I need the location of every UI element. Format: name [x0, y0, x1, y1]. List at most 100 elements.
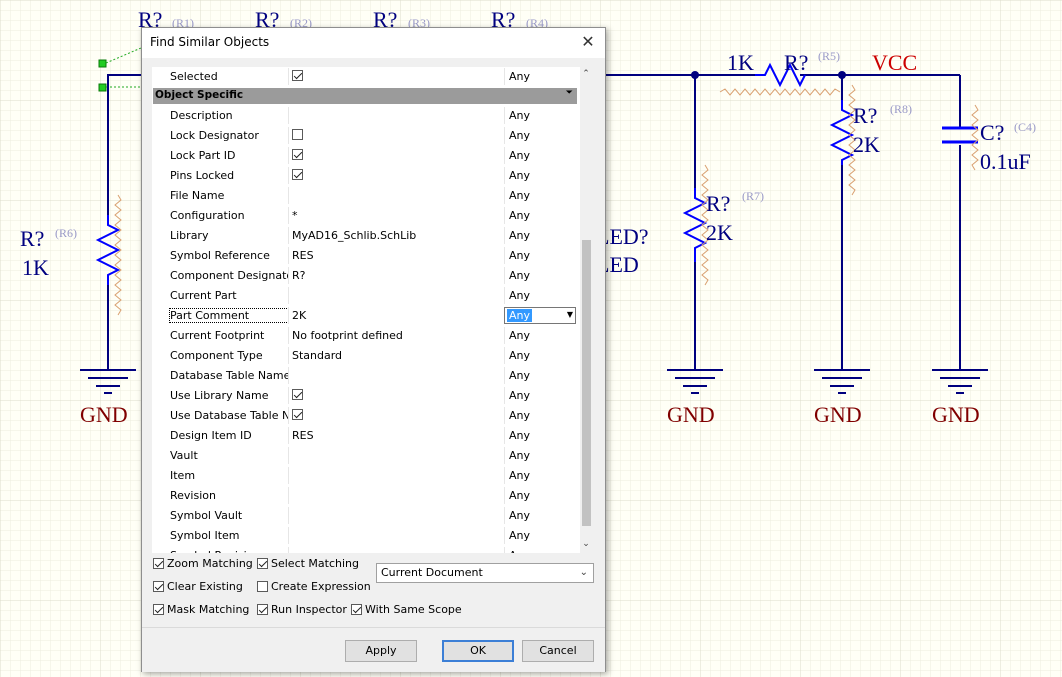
row-match[interactable]: Any	[504, 167, 576, 184]
table-row[interactable]: Symbol Item Any	[152, 526, 577, 546]
table-row[interactable]: Database Table Name Any	[152, 366, 577, 386]
row-value[interactable]: Standard	[288, 347, 502, 364]
row-value[interactable]	[288, 407, 502, 424]
row-match[interactable]: Any	[504, 147, 576, 164]
row-match[interactable]: Any	[504, 367, 576, 384]
row-value[interactable]	[288, 287, 502, 304]
run-inspector-checkbox[interactable]	[257, 604, 268, 615]
with-same-scope-option[interactable]: With Same Scope	[351, 602, 462, 618]
row-checkbox[interactable]	[292, 389, 303, 400]
table-row[interactable]: Design Item ID RES Any	[152, 426, 577, 446]
table-row[interactable]: Lock Part ID Any	[152, 146, 577, 166]
table-row[interactable]: Component Designato R? Any	[152, 266, 577, 286]
grid-row-selected[interactable]: Selected Any	[152, 67, 577, 87]
table-row[interactable]: File Name Any	[152, 186, 577, 206]
cancel-button[interactable]: Cancel	[522, 640, 594, 662]
row-value[interactable]	[288, 387, 502, 404]
row-match[interactable]: Any	[504, 107, 576, 124]
ok-button[interactable]: OK	[442, 640, 514, 662]
clear-existing-checkbox[interactable]	[153, 581, 164, 592]
table-row[interactable]: Use Database Table Na Any	[152, 406, 577, 426]
row-value[interactable]	[288, 127, 502, 144]
table-row[interactable]: Revision Any	[152, 486, 577, 506]
select-matching-checkbox[interactable]	[257, 558, 268, 569]
row-match[interactable]: Any	[504, 467, 576, 484]
match-dropdown[interactable]: Any ▼	[504, 307, 576, 324]
zoom-matching-checkbox[interactable]	[153, 558, 164, 569]
apply-button[interactable]: Apply	[345, 640, 417, 662]
row-value[interactable]	[288, 447, 502, 464]
row-value[interactable]	[288, 107, 502, 124]
selected-checkbox[interactable]	[292, 70, 303, 81]
scroll-down-icon[interactable]: ⌄	[580, 539, 592, 551]
section-object-specific[interactable]: Object Specific ⏷	[153, 88, 577, 104]
run-inspector-option[interactable]: Run Inspector	[257, 602, 347, 618]
close-icon[interactable]: ✕	[579, 33, 597, 51]
table-row[interactable]: Lock Designator Any	[152, 126, 577, 146]
row-value[interactable]	[288, 527, 502, 544]
row-match[interactable]: Any	[504, 247, 576, 264]
row-value[interactable]: MyAD16_Schlib.SchLib	[288, 227, 502, 244]
scroll-thumb[interactable]	[582, 240, 591, 526]
table-row[interactable]: Use Library Name Any	[152, 386, 577, 406]
row-match[interactable]: Any	[504, 547, 576, 553]
row-match[interactable]: Any	[504, 127, 576, 144]
row-checkbox[interactable]	[292, 129, 303, 140]
row-match[interactable]: Any	[504, 487, 576, 504]
table-row[interactable]: Symbol Revision Any	[152, 546, 577, 553]
row-value[interactable]	[288, 507, 502, 524]
table-row[interactable]: Configuration * Any	[152, 206, 577, 226]
table-row[interactable]: Vault Any	[152, 446, 577, 466]
collapse-chevron-icon[interactable]: ⏷	[566, 88, 573, 98]
create-expression-option[interactable]: Create Expression	[257, 579, 371, 595]
mask-matching-option[interactable]: Mask Matching	[153, 602, 249, 618]
scroll-up-icon[interactable]: ⌃	[580, 69, 592, 81]
row-value[interactable]: *	[288, 207, 502, 224]
table-row[interactable]: Description Any	[152, 106, 577, 126]
table-row[interactable]: Library MyAD16_Schlib.SchLib Any	[152, 226, 577, 246]
table-row[interactable]: Item Any	[152, 466, 577, 486]
row-match[interactable]: Any	[504, 387, 576, 404]
row-match[interactable]: Any	[504, 327, 576, 344]
with-same-scope-checkbox[interactable]	[351, 604, 362, 615]
row-value[interactable]	[288, 467, 502, 484]
row-value[interactable]	[288, 367, 502, 384]
row-value[interactable]	[288, 167, 502, 184]
row-value[interactable]	[288, 487, 502, 504]
row-value[interactable]: RES	[288, 427, 502, 444]
table-row[interactable]: Part Comment 2K Any ▼	[152, 306, 577, 326]
table-row[interactable]: Symbol Reference RES Any	[152, 246, 577, 266]
row-match[interactable]: Any	[504, 207, 576, 224]
row-match[interactable]: Any	[504, 427, 576, 444]
select-matching-option[interactable]: Select Matching	[257, 556, 359, 572]
row-match[interactable]: Any	[504, 447, 576, 464]
row-match[interactable]: Any	[504, 227, 576, 244]
clear-existing-option[interactable]: Clear Existing	[153, 579, 243, 595]
scope-dropdown[interactable]: Current Document ⌄	[376, 563, 594, 583]
vertical-scrollbar[interactable]: ⌃ ⌄	[580, 67, 592, 553]
row-value[interactable]: RES	[288, 247, 502, 264]
dialog-titlebar[interactable]: Find Similar Objects ✕	[142, 28, 605, 58]
row-match[interactable]: Any	[504, 267, 576, 284]
table-row[interactable]: Current Footprint No footprint defined Any	[152, 326, 577, 346]
row-match[interactable]: Any	[504, 407, 576, 424]
row-checkbox[interactable]	[292, 409, 303, 420]
row-value[interactable]	[288, 187, 502, 204]
row-checkbox[interactable]	[292, 149, 303, 160]
dropdown-arrow-icon[interactable]: ▼	[567, 310, 573, 319]
table-row[interactable]: Component Type Standard Any	[152, 346, 577, 366]
row-match[interactable]: Any	[504, 347, 576, 364]
zoom-matching-option[interactable]: Zoom Matching	[153, 556, 253, 572]
row-match[interactable]: Any	[504, 68, 576, 85]
row-value[interactable]: No footprint defined	[288, 327, 502, 344]
row-match[interactable]: Any	[504, 187, 576, 204]
row-value[interactable]	[288, 147, 502, 164]
table-row[interactable]: Current Part Any	[152, 286, 577, 306]
create-expression-checkbox[interactable]	[257, 581, 268, 592]
row-match[interactable]: Any	[504, 527, 576, 544]
row-value[interactable]: R?	[288, 267, 502, 284]
row-value[interactable]	[288, 547, 502, 553]
row-checkbox[interactable]	[292, 169, 303, 180]
mask-matching-checkbox[interactable]	[153, 604, 164, 615]
table-row[interactable]: Pins Locked Any	[152, 166, 577, 186]
